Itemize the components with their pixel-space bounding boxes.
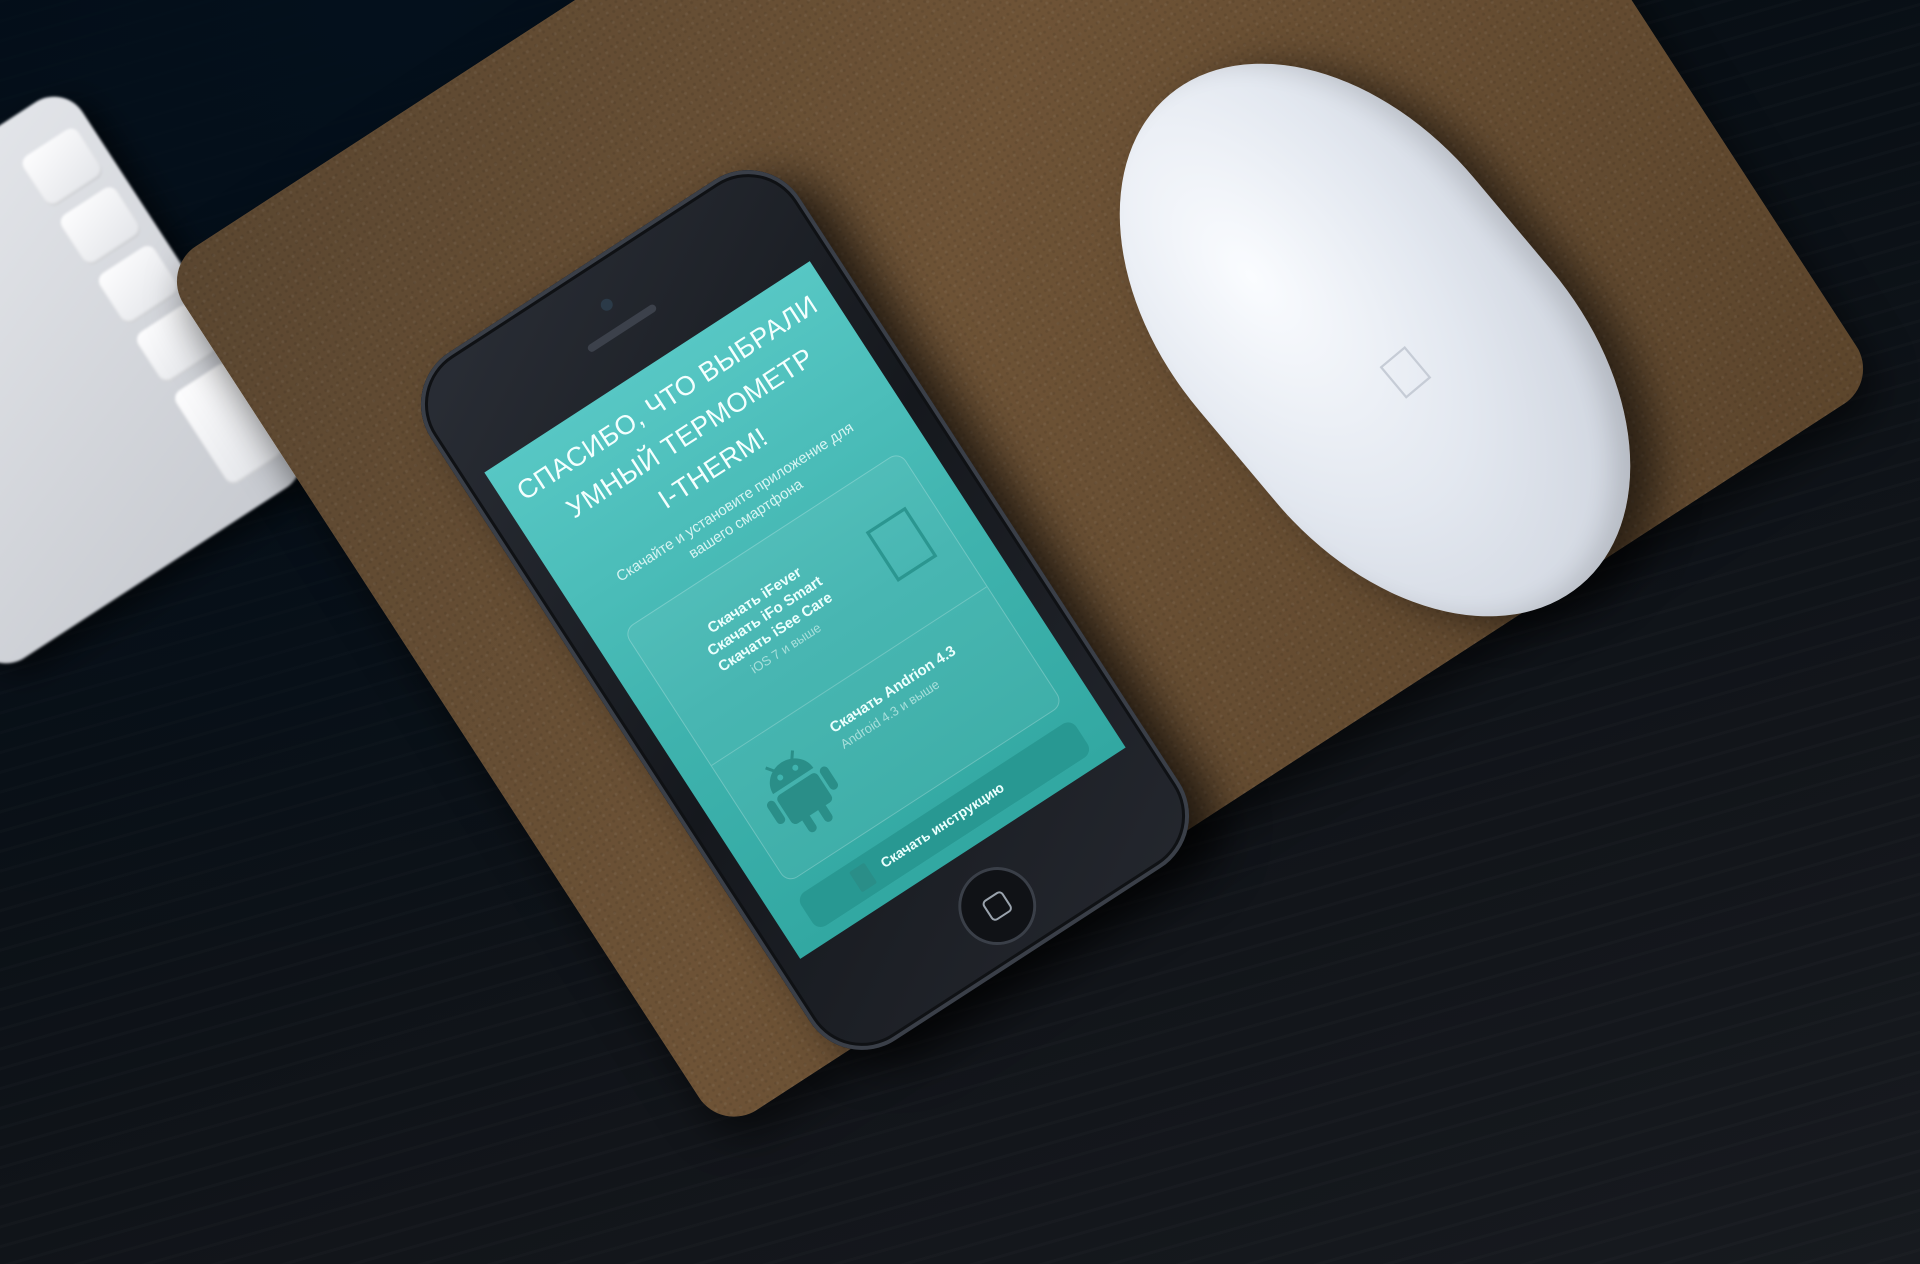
photo-scene:  СПАСИБО, ЧТО ВЫБРАЛИ УМНЫЙ ТЕРМОМЕТР I…: [0, 0, 1920, 1264]
home-button: [943, 852, 1052, 960]
home-button-icon: [980, 889, 1014, 923]
document-icon: [848, 862, 878, 893]
apple-logo-icon: : [1366, 332, 1445, 414]
download-card: Скачать iFever Скачать iFo Smart Скачать…: [622, 450, 1065, 884]
front-camera: [598, 296, 616, 314]
apple-logo-icon: : [849, 487, 955, 603]
earpiece: [586, 303, 658, 354]
android-robot-icon: [765, 750, 839, 833]
